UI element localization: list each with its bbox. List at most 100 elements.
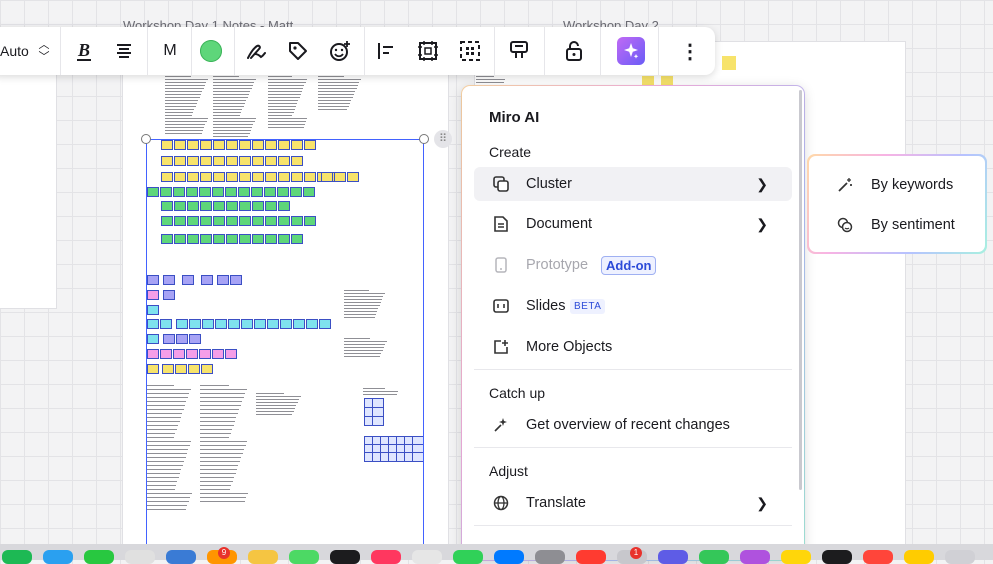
unlock-icon[interactable]: [562, 27, 586, 75]
globe-icon: [492, 494, 510, 512]
dock-app-icon[interactable]: [863, 550, 893, 564]
sticky-note[interactable]: [642, 76, 654, 85]
chevron-down-icon[interactable]: ﹀: [39, 51, 50, 63]
more-icon[interactable]: ⋮: [678, 27, 702, 75]
text-line: [268, 127, 304, 128]
text-line: [165, 79, 208, 80]
slides-icon: [492, 297, 510, 315]
text-line: [318, 100, 352, 101]
dock-app-icon[interactable]: [84, 550, 114, 564]
menu-item-label: Slides: [526, 298, 566, 314]
dock-app-icon[interactable]: [289, 550, 319, 564]
text-line: [268, 79, 307, 80]
font-family-select[interactable]: M: [155, 27, 185, 75]
menu-item-more-objects[interactable]: More Objects: [474, 330, 792, 364]
dock-app-icon[interactable]: [740, 550, 770, 564]
dock-app-icon[interactable]: [781, 550, 811, 564]
font-size-value[interactable]: Auto: [0, 27, 29, 75]
font-size-stepper-icon[interactable]: ︿ ﹀: [34, 27, 54, 75]
text-line: [213, 115, 240, 116]
toolbar-divider: [147, 27, 148, 75]
text-line: [213, 109, 243, 110]
selection-box[interactable]: [146, 139, 424, 549]
grid-select-icon[interactable]: [458, 27, 482, 75]
menu-item-label: More Objects: [526, 339, 613, 355]
dock-app-icon[interactable]: [904, 550, 934, 564]
dock-app-icon[interactable]: [576, 550, 606, 564]
sticky-note[interactable]: [722, 56, 736, 70]
menu-item-overview[interactable]: Get overview of recent changes: [474, 408, 792, 442]
dock-app-icon[interactable]: [658, 550, 688, 564]
dock-app-icon[interactable]: [125, 550, 155, 564]
text-line: [165, 124, 206, 125]
text-line: [165, 118, 209, 119]
align-center-icon[interactable]: [112, 27, 136, 75]
sticky-note[interactable]: [661, 76, 673, 85]
menu-item-label: Document: [526, 216, 593, 232]
menu-item-label: Translate: [526, 495, 586, 511]
text-line: [318, 103, 351, 104]
dock-app-icon[interactable]: [248, 550, 278, 564]
text-line: [165, 97, 200, 98]
menu-item-slides[interactable]: Slides BETA: [474, 289, 792, 323]
text-line: [268, 88, 304, 89]
text-line: [165, 76, 192, 77]
context-toolbar: Auto ︿ ﹀ B M ⋮: [0, 27, 715, 75]
dock-app-icon[interactable]: [945, 550, 975, 564]
document-icon: [492, 215, 510, 233]
text-line: [165, 106, 196, 107]
color-swatch[interactable]: [199, 27, 223, 75]
dock-app-icon[interactable]: [699, 550, 729, 564]
menu-item-prototype[interactable]: Prototype Add-on: [474, 248, 792, 282]
text-line: [268, 115, 293, 116]
miro-ai-icon[interactable]: [616, 27, 646, 75]
chevron-right-icon: ❯: [756, 175, 768, 192]
dock-app-icon[interactable]: [822, 550, 852, 564]
dock-app-icon[interactable]: [2, 550, 32, 564]
dock-app-icon[interactable]: [453, 550, 483, 564]
selection-handle-top-left[interactable]: [141, 134, 151, 144]
text-line: [268, 121, 306, 122]
dock-app-icon[interactable]: [494, 550, 524, 564]
submenu-item-by-sentiment[interactable]: By sentiment: [809, 207, 985, 243]
toolbar-divider: [191, 27, 192, 75]
text-line: [165, 130, 203, 131]
text-line: [165, 112, 194, 113]
menu-item-translate[interactable]: Translate ❯: [474, 486, 792, 520]
menu-item-document[interactable]: Document ❯: [474, 207, 792, 241]
align-left-icon[interactable]: [374, 27, 398, 75]
frame-icon[interactable]: [416, 27, 440, 75]
text-line: [268, 118, 308, 119]
svg-text:B: B: [77, 40, 90, 60]
dock-app-icon[interactable]: [330, 550, 360, 564]
bold-icon[interactable]: B: [70, 27, 98, 75]
dock-app-icon[interactable]: [535, 550, 565, 564]
text-line: [476, 79, 506, 80]
dock-app-icon[interactable]: [43, 550, 73, 564]
tag-icon[interactable]: [286, 27, 310, 75]
menu-item-cluster[interactable]: Cluster ❯: [474, 167, 792, 201]
toolbar-divider: [234, 27, 235, 75]
selection-handle-top-right[interactable]: [419, 134, 429, 144]
dock-app-icon[interactable]: [412, 550, 442, 564]
submenu-item-label: By sentiment: [871, 217, 955, 233]
text-line: [268, 91, 302, 92]
card-icon[interactable]: [507, 27, 531, 75]
text-line: [213, 100, 247, 101]
drag-handle-icon[interactable]: ⠿: [434, 130, 452, 148]
menu-divider: [474, 525, 792, 526]
text-line: [268, 112, 294, 113]
dock-app-icon[interactable]: [166, 550, 196, 564]
text-line: [213, 91, 251, 92]
menu-item-label: Cluster: [526, 176, 572, 192]
text-line: [213, 130, 251, 131]
dock-app-icon[interactable]: [371, 550, 401, 564]
submenu-item-by-keywords[interactable]: By keywords: [809, 167, 985, 203]
reaction-icon[interactable]: [328, 27, 352, 75]
section-catch-up: Catch up: [489, 385, 546, 401]
menu-title: Miro AI: [489, 109, 540, 126]
menu-scrollbar[interactable]: [799, 90, 802, 490]
chevron-up-icon[interactable]: ︿: [39, 39, 50, 51]
text-line: [165, 100, 199, 101]
pen-icon[interactable]: [244, 27, 268, 75]
